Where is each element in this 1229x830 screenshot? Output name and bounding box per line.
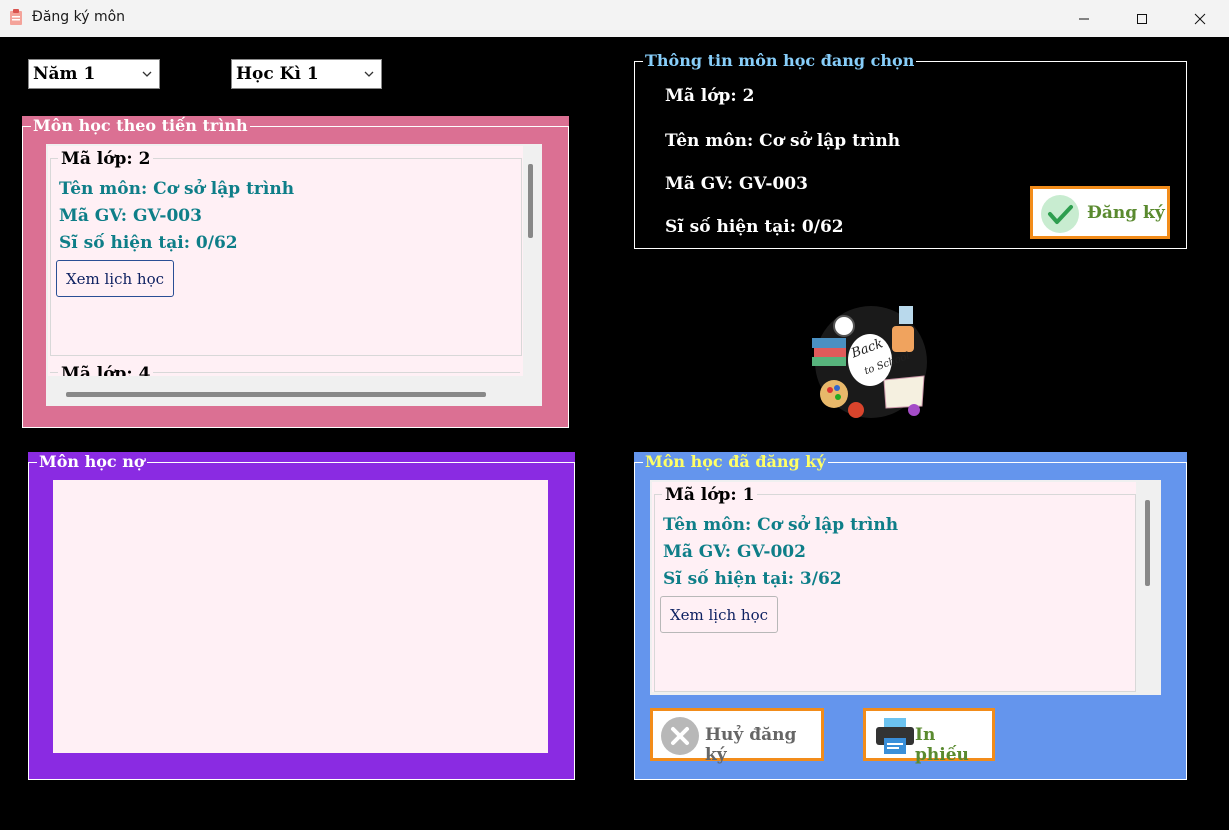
registered-list-viewport: Mã lớp: 1 Tên môn: Cơ sở lập trình Mã GV… <box>652 482 1136 692</box>
view-schedule-button[interactable]: Xem lịch học <box>56 260 174 297</box>
register-button[interactable]: Đăng ký <box>1030 186 1170 239</box>
close-icon <box>1194 13 1206 24</box>
semester-select-value: Học Kì 1 <box>236 64 319 84</box>
selected-teacher: Mã GV: GV-003 <box>665 174 808 194</box>
course-card-teacher: Mã GV: GV-003 <box>59 206 202 226</box>
course-card-subject: Tên môn: Cơ sở lập trình <box>663 515 899 535</box>
registered-group: Môn học đã đăng ký Mã lớp: 1 Tên môn: Cơ… <box>634 452 1187 780</box>
back-to-school-icon: Back to School <box>812 306 927 418</box>
register-label: Đăng ký <box>1087 203 1165 223</box>
close-button[interactable] <box>1171 0 1229 37</box>
printer-icon <box>876 718 914 754</box>
cancel-registration-button[interactable]: Huỷ đăng ký <box>650 708 824 765</box>
app-icon <box>10 9 22 25</box>
course-card-class: Mã lớp: 2 <box>58 149 154 169</box>
checkmark-icon <box>1041 195 1079 233</box>
progress-group: Môn học theo tiến trình Mã lớp: 2 Tên mô… <box>22 116 569 428</box>
horizontal-scrollbar[interactable] <box>66 392 486 397</box>
course-card-teacher: Mã GV: GV-002 <box>663 542 806 562</box>
debt-list[interactable] <box>53 480 548 753</box>
selected-subject: Tên môn: Cơ sở lập trình <box>665 131 901 151</box>
print-label: In phiếu <box>915 725 969 765</box>
progress-list-viewport: Mã lớp: 2 Tên môn: Cơ sở lập trình Mã GV… <box>48 146 523 376</box>
minimize-button[interactable] <box>1055 0 1113 37</box>
title-bar: Đăng ký môn <box>0 0 1229 37</box>
registered-group-title: Môn học đã đăng ký <box>643 452 828 472</box>
back-to-school-illustration: Back to School <box>804 298 939 426</box>
vertical-scrollbar[interactable] <box>1145 500 1150 586</box>
chevron-down-icon <box>142 71 152 77</box>
cancel-registration-label: Huỷ đăng ký <box>705 725 797 765</box>
print-button[interactable]: In phiếu <box>863 708 995 765</box>
selected-info-title: Thông tin môn học đang chọn <box>643 51 917 71</box>
year-select[interactable]: Năm 1 <box>28 59 160 89</box>
chevron-down-icon <box>364 71 374 77</box>
selected-class: Mã lớp: 2 <box>665 86 755 106</box>
course-card-subject: Tên môn: Cơ sở lập trình <box>59 179 295 199</box>
window-title: Đăng ký môn <box>32 9 126 25</box>
debt-group-title: Môn học nợ <box>37 452 147 472</box>
view-schedule-button[interactable]: Xem lịch học <box>660 596 778 633</box>
course-card-class: Mã lớp: 1 <box>662 485 758 505</box>
selected-enrollment: Sĩ số hiện tại: 0/62 <box>665 217 844 237</box>
cancel-icon <box>661 717 699 755</box>
registered-list[interactable]: Mã lớp: 1 Tên môn: Cơ sở lập trình Mã GV… <box>650 480 1161 695</box>
maximize-button[interactable] <box>1113 0 1171 37</box>
semester-select[interactable]: Học Kì 1 <box>231 59 382 89</box>
vertical-scrollbar[interactable] <box>528 164 533 238</box>
year-select-value: Năm 1 <box>33 64 96 84</box>
maximize-icon <box>1137 13 1147 24</box>
debt-group: Môn học nợ <box>28 452 575 780</box>
progress-group-title: Môn học theo tiến trình <box>31 116 250 136</box>
course-card-enrollment: Sĩ số hiện tại: 3/62 <box>663 569 842 589</box>
course-card-enrollment: Sĩ số hiện tại: 0/62 <box>59 233 238 253</box>
minimize-icon <box>1079 18 1089 19</box>
selected-info-group: Thông tin môn học đang chọn Mã lớp: 2 Tê… <box>634 51 1187 249</box>
course-card-class: Mã lớp: 4 <box>58 364 154 376</box>
progress-list[interactable]: Mã lớp: 2 Tên môn: Cơ sở lập trình Mã GV… <box>46 144 542 406</box>
